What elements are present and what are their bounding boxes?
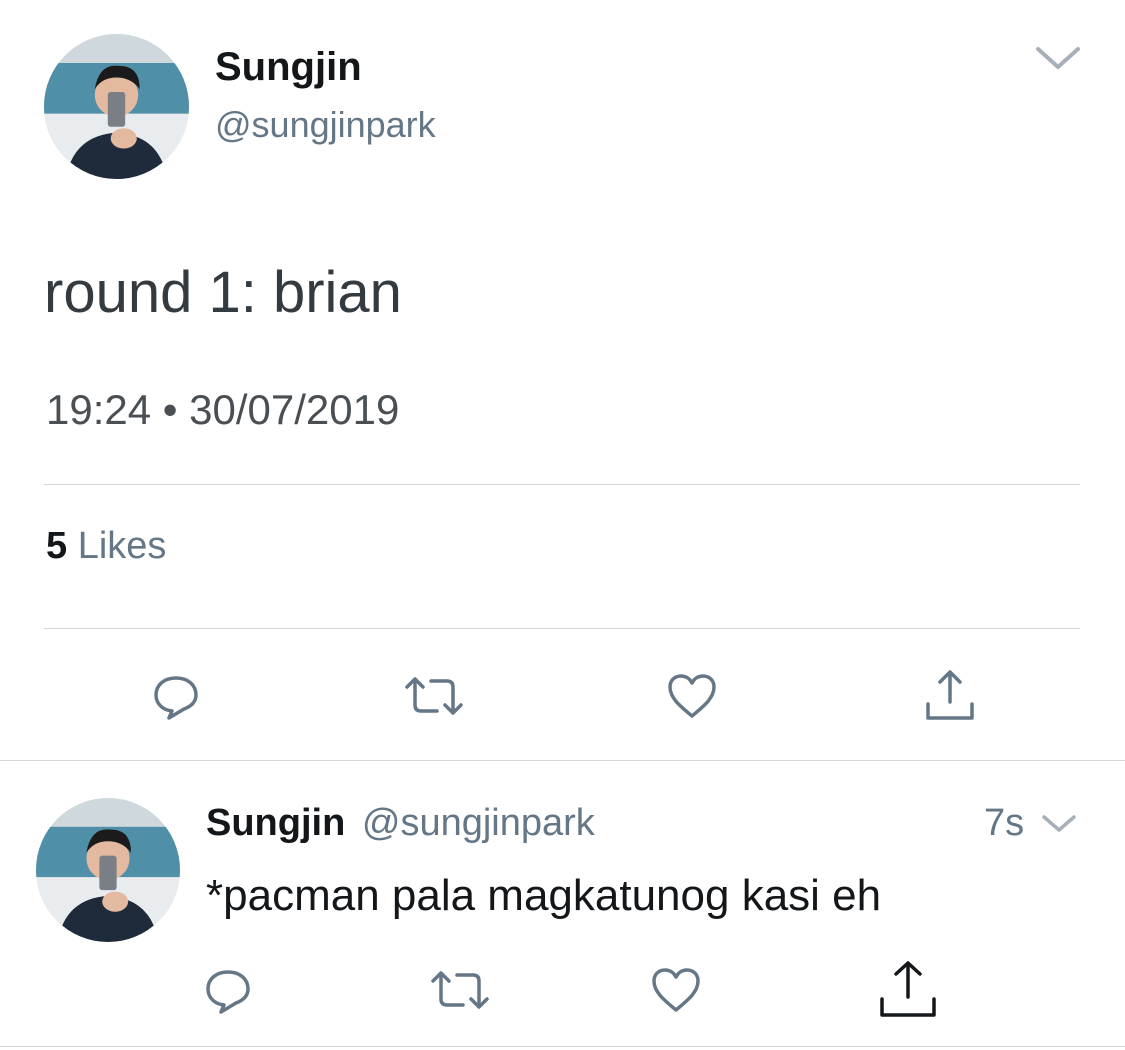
reply-tweet-time[interactable]: 7s — [984, 800, 1024, 846]
avatar-photo — [36, 798, 180, 942]
section-divider — [0, 760, 1125, 761]
main-tweet-display-name[interactable]: Sungjin — [215, 44, 362, 90]
main-tweet-handle[interactable]: @sungjinpark — [215, 104, 436, 146]
like-icon[interactable] — [664, 668, 720, 724]
reply-tweet-handle[interactable]: @sungjinpark — [362, 802, 595, 844]
divider — [44, 628, 1080, 629]
reply-tweet-display-name[interactable]: Sungjin — [206, 802, 345, 844]
share-icon[interactable] — [876, 958, 940, 1022]
reply-icon[interactable] — [148, 668, 204, 724]
likes-summary[interactable]: 5 Likes — [46, 524, 166, 568]
divider — [44, 484, 1080, 485]
likes-label: Likes — [77, 525, 167, 567]
reply-tweet-header: Sungjin @sungjinpark — [206, 800, 595, 846]
main-tweet-timestamp[interactable]: 19:24 • 30/07/2019 — [46, 386, 399, 434]
main-tweet-avatar[interactable] — [44, 34, 189, 179]
like-icon[interactable] — [648, 962, 704, 1018]
reply-icon[interactable] — [200, 962, 256, 1018]
chevron-down-icon[interactable] — [1038, 808, 1080, 840]
bottom-divider — [0, 1046, 1125, 1047]
reply-tweet-avatar[interactable] — [36, 798, 180, 942]
retweet-icon[interactable] — [402, 668, 466, 724]
retweet-icon[interactable] — [428, 962, 492, 1018]
likes-count: 5 — [46, 525, 68, 567]
reply-tweet-text: *pacman pala magkatunog kasi eh — [206, 871, 882, 920]
main-tweet-text: round 1: brian — [44, 260, 402, 325]
avatar-photo — [44, 34, 189, 179]
share-icon[interactable] — [922, 666, 978, 726]
chevron-down-icon[interactable] — [1030, 40, 1086, 76]
